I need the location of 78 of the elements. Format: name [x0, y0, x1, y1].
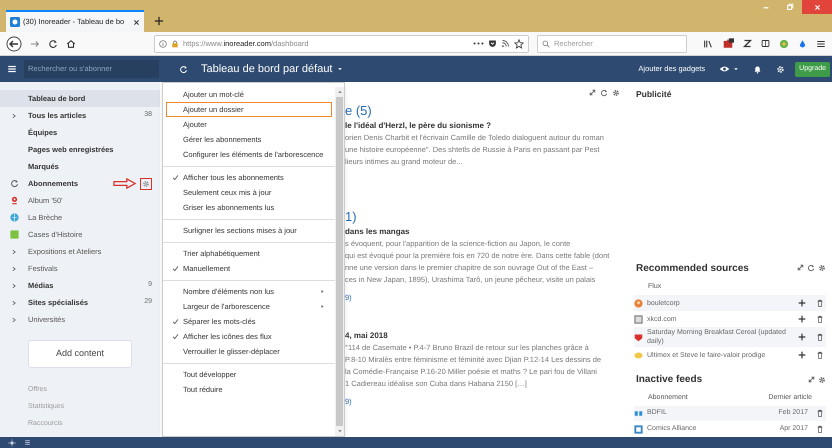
rss-icon[interactable]	[501, 39, 510, 48]
trash-icon[interactable]	[816, 409, 824, 418]
check-icon	[172, 174, 178, 181]
chevron-right-icon[interactable]	[11, 266, 17, 272]
library-icon[interactable]	[703, 38, 713, 48]
caret-icon	[336, 66, 342, 72]
z-icon[interactable]	[743, 39, 752, 48]
forward-icon[interactable]	[30, 38, 40, 48]
trash-icon[interactable]	[816, 351, 824, 360]
scrollbar[interactable]	[335, 87, 344, 436]
scroll-up-icon[interactable]	[336, 89, 342, 95]
chevron-right-icon	[320, 304, 325, 309]
trash-icon[interactable]	[816, 315, 824, 324]
refresh-icon	[10, 179, 18, 188]
close-button[interactable]	[802, 0, 832, 14]
article-headline[interactable]: le l'idéal d'Herzl, le père du sionisme ?	[345, 119, 628, 132]
plus-icon[interactable]	[798, 315, 806, 324]
feed-icon	[634, 298, 643, 308]
square-icon	[10, 230, 18, 239]
chevron-right-icon	[320, 289, 325, 294]
plus-icon[interactable]	[154, 16, 164, 26]
globe-icon	[10, 213, 18, 222]
article-headline[interactable]: dans les mangas	[345, 225, 628, 238]
plus-icon[interactable]	[798, 333, 806, 342]
section-title[interactable]: 1)	[345, 208, 628, 225]
refresh-icon[interactable]	[600, 89, 608, 97]
menu-icon[interactable]	[816, 38, 826, 48]
more-icon[interactable]	[473, 41, 484, 46]
info-icon	[159, 40, 167, 48]
check-icon	[172, 318, 178, 325]
settings-icon[interactable]	[818, 376, 826, 384]
search-icon	[542, 40, 550, 48]
feed-logo-icon	[10, 17, 20, 27]
feed-icon	[634, 424, 643, 434]
scroll-down-icon[interactable]	[336, 428, 342, 434]
expand-icon[interactable]	[797, 264, 804, 272]
check-icon	[172, 333, 178, 340]
pin-icon	[10, 196, 18, 205]
panel-title: Recommended sources	[635, 262, 750, 276]
list-icon[interactable]	[24, 439, 31, 446]
eye-icon[interactable]	[719, 65, 730, 73]
bell-icon[interactable]	[753, 64, 762, 74]
close-icon[interactable]	[133, 18, 140, 26]
chevron-right-icon[interactable]	[11, 300, 17, 306]
trash-icon[interactable]	[816, 299, 824, 308]
pocket-icon[interactable]	[488, 39, 497, 48]
star-icon[interactable]	[514, 38, 524, 48]
chevron-right-icon[interactable]	[11, 248, 17, 254]
sun-icon[interactable]	[8, 438, 16, 446]
chevron-right-icon[interactable]	[11, 316, 17, 322]
settings-icon[interactable]	[818, 264, 826, 272]
lock-icon	[171, 40, 179, 48]
chevron-right-icon[interactable]	[11, 112, 17, 118]
plus-icon[interactable]	[798, 299, 806, 308]
panel-title: Inactive feeds	[635, 373, 704, 388]
expand-icon[interactable]	[808, 376, 815, 383]
home-icon[interactable]	[66, 38, 76, 48]
panel-title: Publicité	[635, 88, 672, 101]
expand-icon[interactable]	[589, 89, 596, 96]
arrow-icon	[113, 178, 137, 189]
caret-icon[interactable]	[733, 66, 740, 72]
trash-icon[interactable]	[816, 333, 824, 342]
add-content-button[interactable]: Add content	[28, 340, 132, 368]
refresh-icon[interactable]	[807, 264, 815, 272]
feed-icon	[634, 408, 643, 418]
plus-icon[interactable]	[798, 351, 806, 360]
settings-icon[interactable]	[612, 89, 620, 97]
reader-icon[interactable]	[761, 39, 770, 48]
trash-icon[interactable]	[816, 425, 824, 434]
extension-icon[interactable]	[722, 38, 734, 49]
drop-icon[interactable]	[798, 38, 807, 48]
reload-icon[interactable]	[48, 38, 58, 48]
chevron-right-icon[interactable]	[11, 282, 17, 288]
check-icon	[172, 265, 178, 272]
section-title[interactable]: e (5)	[345, 102, 628, 119]
article-headline[interactable]: 4, mai 2018	[345, 329, 628, 342]
back-icon[interactable]	[6, 36, 22, 52]
dashboard-title-dropdown[interactable]: Tableau de bord par défaut	[201, 60, 342, 78]
